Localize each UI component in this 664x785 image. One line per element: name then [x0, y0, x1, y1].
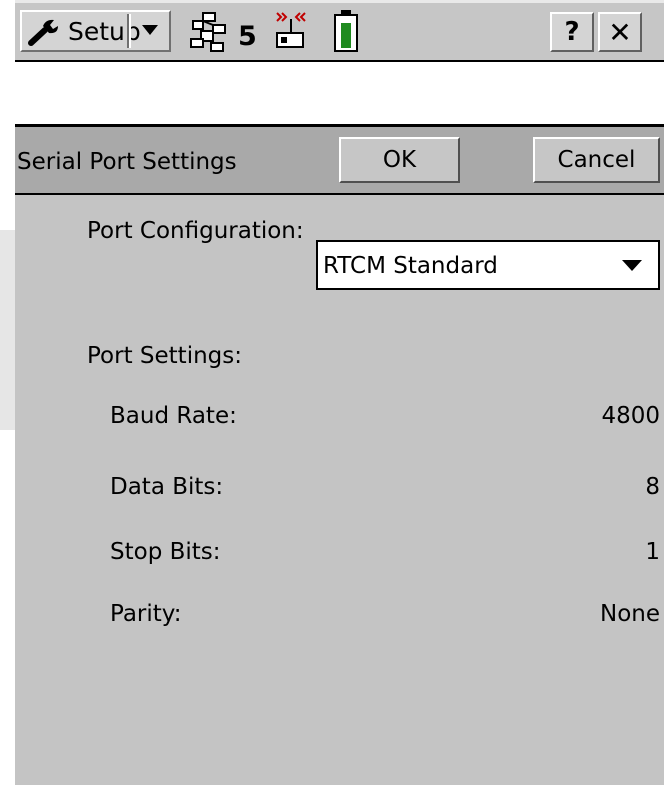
stop-bits-label: Stop Bits:: [110, 539, 221, 565]
help-button[interactable]: ?: [550, 12, 594, 52]
status-strip: [15, 60, 664, 127]
title-bar: Setup 5 ? ✕: [15, 0, 664, 60]
data-bits-label: Data Bits:: [110, 474, 224, 500]
port-configuration-select[interactable]: RTCM Standard: [316, 240, 660, 290]
port-configuration-label: Port Configuration:: [87, 218, 304, 244]
port-configuration-value: RTCM Standard: [323, 253, 498, 279]
chevron-down-icon[interactable]: [622, 260, 642, 271]
port-settings-label: Port Settings:: [87, 343, 242, 369]
radio-link-icon[interactable]: [269, 9, 313, 53]
parity-label: Parity:: [110, 601, 182, 627]
stop-bits-value: 1: [645, 539, 660, 565]
wrench-icon: [28, 19, 58, 46]
setup-divider: [127, 14, 129, 48]
close-button[interactable]: ✕: [598, 12, 642, 52]
data-bits-value: 8: [645, 474, 660, 500]
device-screen: Setup 5 ? ✕ Serial Port Settings OK Canc…: [15, 0, 664, 785]
satellite-count: 5: [238, 21, 257, 52]
setup-label: Setup: [68, 17, 141, 46]
baud-rate-value: 4800: [601, 403, 660, 429]
dialog-header: Serial Port Settings OK Cancel: [15, 127, 664, 195]
left-margin: [0, 230, 15, 430]
dropdown-arrow-icon[interactable]: [142, 25, 158, 35]
cancel-button[interactable]: Cancel: [533, 137, 660, 183]
baud-rate-label: Baud Rate:: [110, 403, 237, 429]
setup-menu-button[interactable]: Setup: [20, 10, 171, 52]
ok-button[interactable]: OK: [339, 137, 460, 183]
satellite-icon[interactable]: [189, 11, 233, 55]
dialog-title: Serial Port Settings: [17, 149, 237, 175]
battery-icon[interactable]: [333, 9, 359, 53]
parity-value: None: [599, 601, 660, 627]
